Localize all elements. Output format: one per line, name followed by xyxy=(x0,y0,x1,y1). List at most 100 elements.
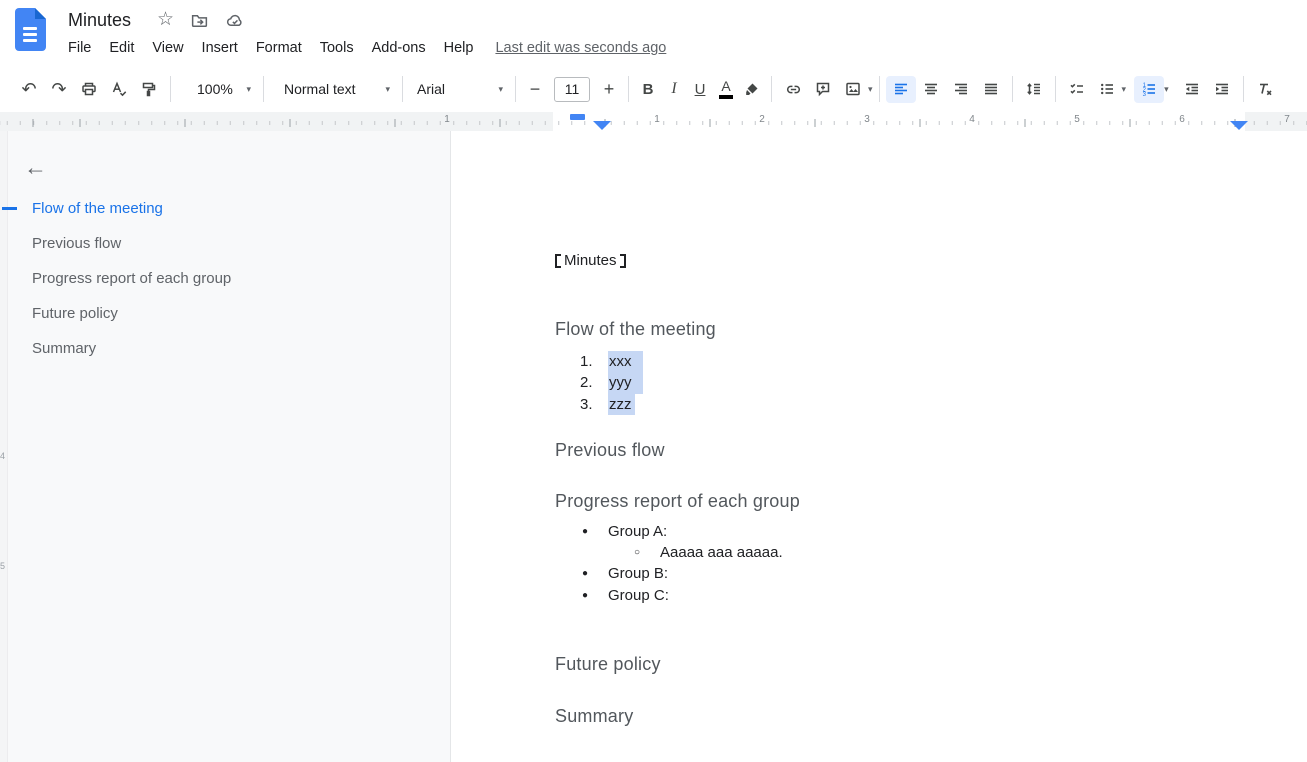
zoom-select[interactable]: 100% ▾ xyxy=(191,76,257,103)
undo-button[interactable]: ↶ xyxy=(14,76,44,103)
undo-icon: ↶ xyxy=(21,80,36,98)
menu-format[interactable]: Format xyxy=(247,37,311,59)
move-to-folder-icon[interactable] xyxy=(190,11,209,30)
ruler-number: 2 xyxy=(755,114,769,125)
back-arrow-icon: ← xyxy=(24,154,47,180)
decrease-indent-icon xyxy=(1183,80,1201,98)
align-left-button[interactable] xyxy=(886,76,916,103)
numbered-list: 1. xxx 2. yyy 3. zzz xyxy=(555,351,1307,415)
numbered-list-button[interactable]: 1 2 3 xyxy=(1134,76,1164,103)
outline-item-summary[interactable]: Summary xyxy=(0,331,450,366)
list-item: ● Group A: xyxy=(555,521,1307,542)
list-item: ● Group B: xyxy=(555,563,1307,584)
chevron-down-icon[interactable]: ▾ xyxy=(1122,84,1127,95)
menu-bar: File Edit View Insert Format Tools Add-o… xyxy=(59,34,666,62)
numbered-list-icon: 1 2 3 xyxy=(1140,80,1158,98)
outline-item-previous-flow[interactable]: Previous flow xyxy=(0,226,450,261)
paragraph-style-select[interactable]: Normal text ▾ xyxy=(278,76,396,103)
bold-button[interactable]: B xyxy=(635,76,661,103)
ruler-number: 3 xyxy=(860,114,874,125)
google-docs-icon[interactable] xyxy=(14,8,46,51)
align-left-icon xyxy=(892,80,910,98)
first-line-indent-marker[interactable] xyxy=(570,114,585,120)
document-page[interactable]: Minutes Flow of the meeting 1. xxx 2. yy… xyxy=(451,131,1307,762)
image-icon xyxy=(844,80,862,98)
paint-format-icon xyxy=(140,80,158,98)
underline-button[interactable]: U xyxy=(687,76,713,103)
ruler-number: 7 xyxy=(1280,114,1294,125)
divider xyxy=(628,76,629,102)
bullet-icon: ● xyxy=(582,563,608,584)
decrease-font-size-button[interactable]: − xyxy=(522,76,548,103)
outline-item-progress-report[interactable]: Progress report of each group xyxy=(0,261,450,296)
outline-item-future-policy[interactable]: Future policy xyxy=(0,296,450,331)
chevron-down-icon[interactable]: ▾ xyxy=(868,84,873,95)
list-item: 2. yyy xyxy=(555,372,1307,393)
list-item: ● Group C: xyxy=(555,585,1307,606)
chevron-down-icon: ▾ xyxy=(385,84,390,95)
document-outline: Flow of the meeting Previous flow Progre… xyxy=(0,191,450,366)
heading-progress-report: Progress report of each group xyxy=(555,489,1307,513)
text-color-button[interactable]: A xyxy=(713,76,739,103)
chevron-down-icon: ▾ xyxy=(498,84,503,95)
insert-image-button[interactable] xyxy=(838,76,868,103)
menu-edit[interactable]: Edit xyxy=(100,37,143,59)
checklist-button[interactable] xyxy=(1062,76,1092,103)
star-icon[interactable]: ☆ xyxy=(157,11,174,29)
left-indent-marker[interactable] xyxy=(593,121,611,130)
insert-comment-button[interactable] xyxy=(808,76,838,103)
redo-icon: ↷ xyxy=(51,80,66,98)
menu-insert[interactable]: Insert xyxy=(193,37,247,59)
increase-indent-button[interactable] xyxy=(1207,76,1237,103)
list-item: ○ Aaaaa aaa aaaaa. xyxy=(555,542,1307,563)
page-title: Minutes xyxy=(555,251,1307,271)
menu-file[interactable]: File xyxy=(59,37,100,59)
insert-link-button[interactable] xyxy=(778,76,808,103)
clear-formatting-button[interactable] xyxy=(1250,76,1280,103)
last-edit-link[interactable]: Last edit was seconds ago xyxy=(495,40,666,56)
right-indent-marker[interactable] xyxy=(1230,121,1248,130)
text-color-icon: A xyxy=(719,79,733,99)
heading-summary: Summary xyxy=(555,704,1307,728)
font-select[interactable]: Arial ▾ xyxy=(411,76,509,103)
close-outline-button[interactable]: ← xyxy=(24,155,47,179)
align-right-button[interactable] xyxy=(946,76,976,103)
ruler-number: 1 xyxy=(650,114,664,125)
horizontal-ruler[interactable]: 1 1 2 3 4 5 6 7 xyxy=(0,112,1307,131)
italic-button[interactable]: I xyxy=(661,76,687,103)
highlight-color-button[interactable] xyxy=(739,76,765,103)
ruler-number: 4 xyxy=(965,114,979,125)
heading-previous-flow: Previous flow xyxy=(555,438,1307,462)
clear-formatting-icon xyxy=(1256,80,1274,98)
print-icon xyxy=(80,80,98,98)
paint-format-button[interactable] xyxy=(134,76,164,103)
align-center-button[interactable] xyxy=(916,76,946,103)
toolbar: ↶ ↷ 100% ▾ Normal text ▾ Arial ▾ − 11 + … xyxy=(0,66,1307,112)
ruler-number: 5 xyxy=(1070,114,1084,125)
list-item: 3. zzz xyxy=(555,394,1307,415)
bullet-list-icon xyxy=(1098,80,1116,98)
lenticular-bracket-left xyxy=(555,254,561,268)
divider xyxy=(263,76,264,102)
decrease-indent-button[interactable] xyxy=(1177,76,1207,103)
print-button[interactable] xyxy=(74,76,104,103)
bullet-list-button[interactable] xyxy=(1092,76,1122,103)
cloud-saved-icon[interactable] xyxy=(225,11,245,30)
menu-view[interactable]: View xyxy=(143,37,192,59)
minus-icon: − xyxy=(530,80,541,98)
plus-icon: + xyxy=(604,80,615,98)
justify-button[interactable] xyxy=(976,76,1006,103)
line-spacing-button[interactable] xyxy=(1019,76,1049,103)
font-size-input[interactable]: 11 xyxy=(554,77,590,102)
menu-tools[interactable]: Tools xyxy=(311,37,363,59)
selected-text: yyy xyxy=(608,372,643,393)
comment-icon xyxy=(814,80,832,98)
menu-help[interactable]: Help xyxy=(435,37,483,59)
outline-item-flow-of-the-meeting[interactable]: Flow of the meeting xyxy=(0,191,450,226)
redo-button[interactable]: ↷ xyxy=(44,76,74,103)
chevron-down-icon[interactable]: ▾ xyxy=(1164,84,1169,95)
document-title[interactable]: Minutes xyxy=(68,10,131,31)
menu-addons[interactable]: Add-ons xyxy=(363,37,435,59)
increase-font-size-button[interactable]: + xyxy=(596,76,622,103)
spellcheck-button[interactable] xyxy=(104,76,134,103)
